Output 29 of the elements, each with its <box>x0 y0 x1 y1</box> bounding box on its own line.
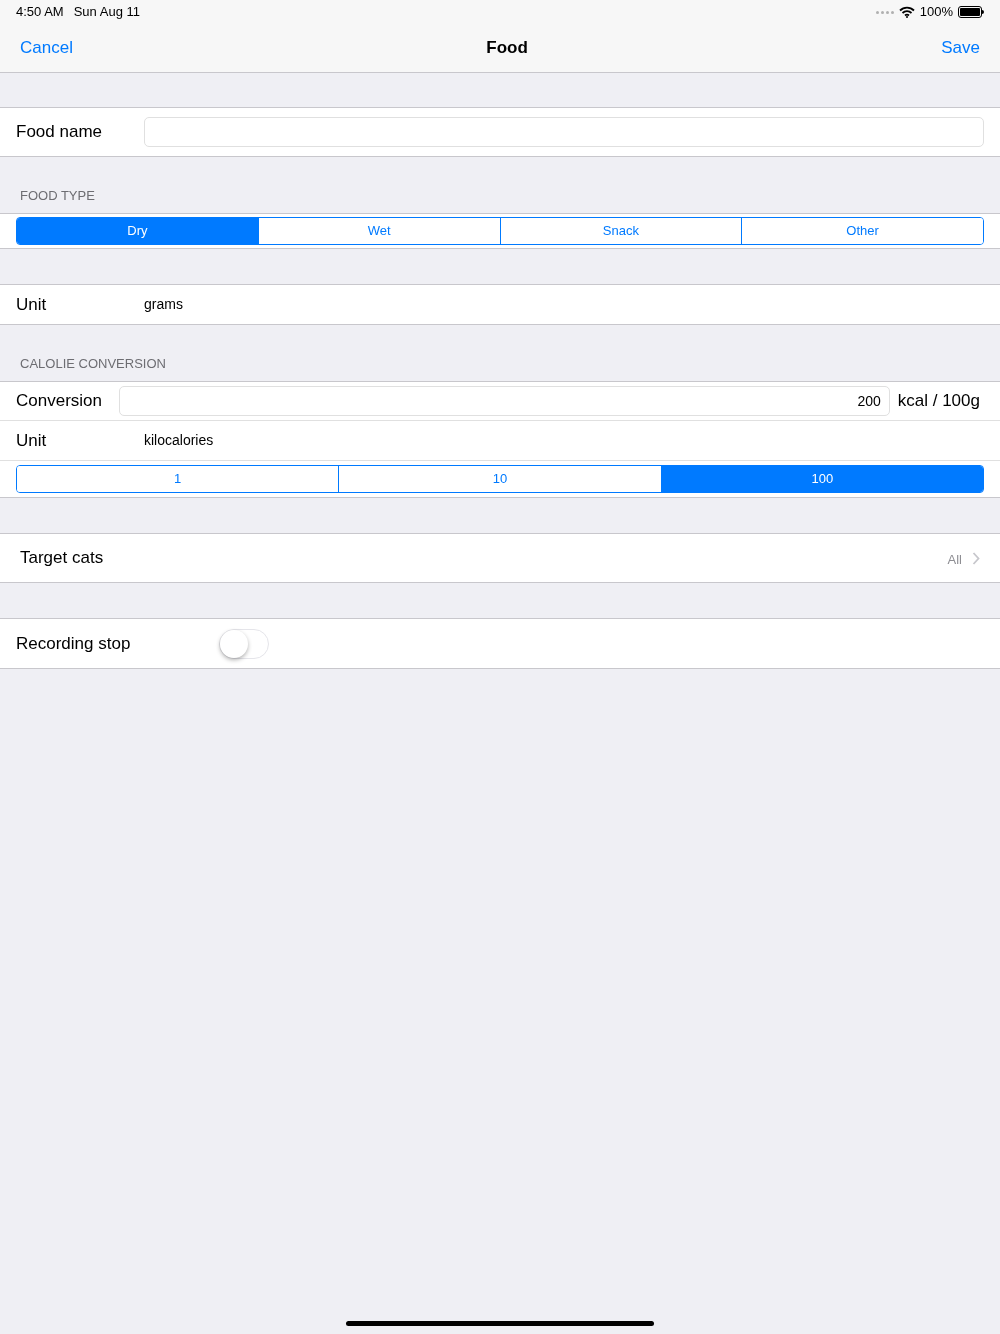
save-button[interactable]: Save <box>941 35 980 61</box>
battery-icon <box>958 6 984 18</box>
nav-title: Food <box>486 37 528 60</box>
row-value: All <box>947 551 962 570</box>
status-date: Sun Aug 11 <box>73 3 140 22</box>
field-label: Unit <box>16 293 48 316</box>
battery-percent: 100% <box>919 3 953 22</box>
field-label: Unit <box>16 429 48 452</box>
field-label: Conversion <box>16 390 103 413</box>
section-header: CALOLIE CONVERSION <box>20 354 166 373</box>
segment-tab[interactable]: Other <box>741 218 983 244</box>
row-label: Recording stop <box>16 632 132 655</box>
row-label: Target cats <box>20 547 104 570</box>
unit-suffix: kcal / 100g <box>897 390 980 413</box>
unit-value: kilocalories <box>144 431 214 450</box>
cancel-button[interactable]: Cancel <box>20 35 73 61</box>
section-header: FOOD TYPE <box>20 186 95 205</box>
toggle-switch[interactable] <box>219 628 269 659</box>
status-time: 4:50 AM <box>16 3 64 22</box>
segment-tab[interactable]: 100 <box>660 466 983 492</box>
field-label: Food name <box>16 121 103 144</box>
unit-value: grams <box>144 295 183 314</box>
conversion-field[interactable]: 200 <box>119 386 890 416</box>
target-cats-row[interactable]: Target cats All <box>0 534 1000 582</box>
segment-tab[interactable]: Dry <box>17 218 258 244</box>
signal-icon <box>875 10 894 14</box>
wifi-icon <box>898 6 915 18</box>
food-name-field[interactable] <box>144 117 984 147</box>
chevron-icon <box>972 551 980 565</box>
